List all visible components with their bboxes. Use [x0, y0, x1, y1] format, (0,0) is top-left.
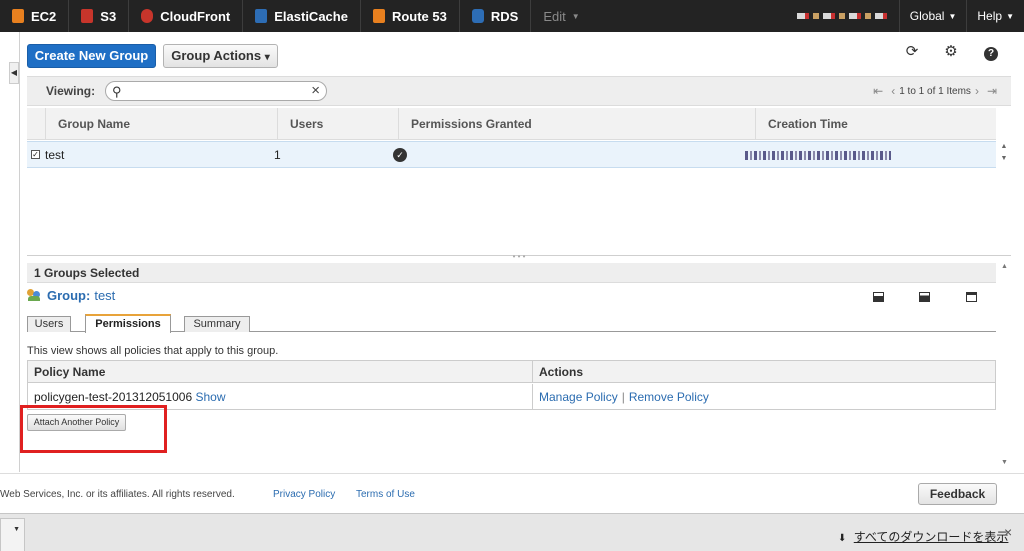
column-header-creation-time[interactable]: Creation Time [755, 108, 996, 140]
group-actions-label: Group Actions [171, 48, 262, 63]
download-arrow-icon: ⬇ [838, 533, 847, 544]
group-title: Group: test [27, 286, 115, 304]
detail-scrollbar[interactable]: ▲ ▼ [998, 263, 1011, 473]
nav-right-group: Global ▼ Help ▼ [796, 0, 1024, 32]
region-label: Global [909, 9, 945, 23]
search-box: ⚲ × [105, 81, 327, 101]
groups-table-header: Group Name Users Permissions Granted Cre… [27, 108, 996, 140]
policy-actions-cell: Manage Policy | Remove Policy [533, 384, 995, 410]
remove-policy-link[interactable]: Remove Policy [629, 390, 709, 404]
caret-down-icon: ▼ [948, 11, 957, 21]
nav-service-label: EC2 [31, 8, 57, 24]
show-policy-link[interactable]: Show [195, 390, 225, 404]
search-icon: ⚲ [112, 84, 122, 99]
search-input[interactable] [128, 84, 298, 98]
show-all-downloads-link[interactable]: ⬇ すべてのダウンロードを表示 [838, 528, 1008, 545]
help-icon[interactable]: ? [983, 44, 999, 61]
nav-service-label: Route 53 [391, 8, 447, 24]
pagination: ⇤ ‹ 1 to 1 of 1 Items › ⇥ [869, 84, 1001, 98]
nav-service-ec2[interactable]: EC2 [0, 0, 70, 32]
create-new-group-button[interactable]: Create New Group [27, 44, 156, 68]
policies-table: Policy Name Actions policygen-test-20131… [27, 360, 996, 410]
group-actions-button[interactable]: Group Actions ▾ [163, 44, 278, 68]
nav-service-rds[interactable]: RDS [460, 0, 532, 32]
pane-splitter[interactable]: • • • [27, 253, 1011, 261]
refresh-icon[interactable]: ⟳ [904, 44, 920, 60]
feedback-button[interactable]: Feedback [918, 483, 997, 505]
s3-icon [81, 9, 94, 23]
page-footer: Web Services, Inc. or its affiliates. Al… [0, 473, 1024, 513]
help-menu[interactable]: Help ▼ [966, 0, 1024, 32]
row-checkbox[interactable]: ✓ [31, 150, 40, 159]
first-page-icon[interactable]: ⇤ [873, 84, 883, 98]
red-highlight-box [20, 405, 167, 453]
group-name-cell: test [45, 148, 65, 162]
privacy-policy-link[interactable]: Privacy Policy [273, 489, 335, 500]
collapse-sidebar-button[interactable]: ◀ [9, 62, 19, 84]
download-item-menu[interactable]: ▼ [0, 518, 25, 551]
chevron-down-icon: ▾ [264, 52, 270, 63]
route53-icon [372, 9, 385, 23]
nav-service-label: RDS [490, 8, 519, 24]
tab-permissions[interactable]: Permissions [85, 314, 171, 333]
table-scrollbar[interactable]: ▲ ▼ [997, 141, 1011, 168]
top-navigation-bar: EC2 S3 CloudFront ElastiCache Route 53 R… [0, 0, 1024, 32]
terms-of-use-link[interactable]: Terms of Use [356, 489, 415, 500]
nav-edit-menu[interactable]: Edit ▼ [531, 0, 591, 32]
policy-name: policygen-test-201312051006 [34, 390, 193, 404]
gear-icon[interactable]: ⚙ [943, 44, 959, 60]
detail-tabs: Users Permissions Summary [27, 314, 996, 333]
nav-service-label: S3 [100, 8, 117, 24]
region-menu[interactable]: Global ▼ [898, 0, 967, 32]
clear-search-icon[interactable]: × [311, 82, 320, 99]
check-circle-icon: ✓ [393, 148, 407, 162]
manage-policy-link[interactable]: Manage Policy [539, 390, 618, 404]
elasticache-icon [255, 9, 268, 23]
caret-down-icon: ▼ [571, 11, 580, 21]
ec2-icon [12, 9, 24, 23]
nav-service-s3[interactable]: S3 [69, 0, 130, 32]
column-header-permissions-granted[interactable]: Permissions Granted [398, 108, 755, 140]
column-header-policy-name: Policy Name [28, 361, 533, 383]
layout-bottom-icon[interactable] [873, 292, 884, 302]
nav-edit-label: Edit [543, 8, 566, 24]
close-icon[interactable]: × [1004, 524, 1012, 540]
tab-users[interactable]: Users [27, 316, 71, 332]
filter-bar: Viewing: ⚲ × ⇤ ‹ 1 to 1 of 1 Items › ⇥ [27, 76, 1011, 106]
left-navigation-strip [0, 32, 20, 472]
browser-download-bar: ▼ ⬇ すべてのダウンロードを表示 × [0, 513, 1024, 551]
users-count-cell: 1 [274, 148, 281, 162]
account-name-redacted[interactable] [796, 13, 889, 19]
copyright-text: Web Services, Inc. or its affiliates. Al… [0, 489, 235, 500]
cloudfront-icon [141, 9, 154, 23]
tab-summary[interactable]: Summary [184, 316, 250, 332]
selection-summary: 1 Groups Selected [27, 263, 996, 283]
action-separator: | [621, 390, 625, 404]
caret-down-icon: ▼ [1006, 11, 1014, 21]
nav-service-cloudfront[interactable]: CloudFront [129, 0, 244, 32]
group-label: Group: [47, 287, 91, 303]
column-header-group-name[interactable]: Group Name [45, 108, 277, 140]
group-users-icon [27, 289, 41, 301]
permissions-description: This view shows all policies that apply … [27, 345, 279, 357]
rds-icon [471, 9, 484, 23]
pager-text: 1 to 1 of 1 Items [899, 85, 971, 97]
column-header-actions: Actions [533, 361, 995, 383]
group-name: test [94, 287, 116, 303]
column-header-users[interactable]: Users [277, 108, 398, 140]
nav-service-label: CloudFront [160, 8, 231, 24]
help-label: Help [977, 9, 1003, 23]
next-page-icon[interactable]: › [975, 84, 979, 98]
prev-page-icon[interactable]: ‹ [891, 84, 895, 98]
table-row[interactable]: ✓ test 1 ✓ [27, 141, 996, 168]
last-page-icon[interactable]: ⇥ [987, 84, 997, 98]
nav-service-label: ElastiCache [274, 8, 348, 24]
layout-split-icon[interactable] [919, 292, 930, 302]
creation-time-redacted [745, 151, 891, 160]
viewing-label: Viewing: [46, 84, 96, 98]
show-all-downloads-label: すべてのダウンロードを表示 [853, 530, 1009, 544]
layout-maximize-icon[interactable] [966, 292, 977, 302]
nav-service-route53[interactable]: Route 53 [361, 0, 460, 32]
nav-service-elasticache[interactable]: ElastiCache [243, 0, 361, 32]
